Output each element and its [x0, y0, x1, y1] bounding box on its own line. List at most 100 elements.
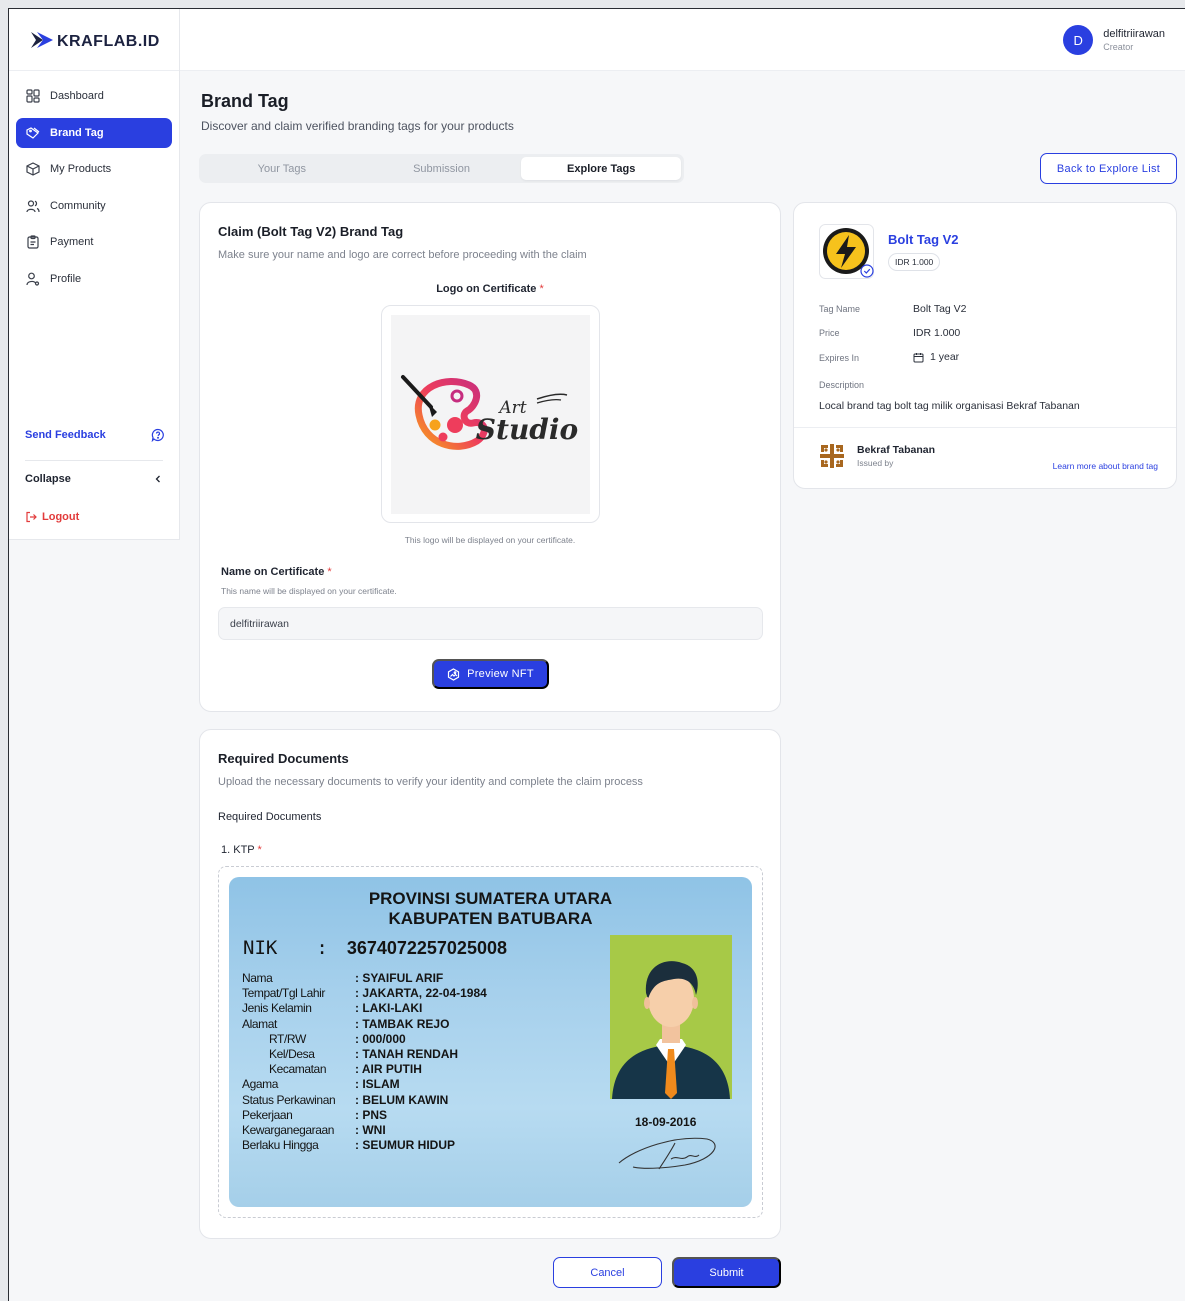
ktp-field-value: : WNI	[355, 1123, 386, 1138]
price-label: Price	[819, 328, 840, 338]
user-name: delfitriirawan	[1103, 27, 1165, 40]
ktp-upload[interactable]: PROVINSI SUMATERA UTARA KABUPATEN BATUBA…	[218, 866, 763, 1218]
logo-studio-text: Studio	[476, 413, 578, 446]
info-divider	[794, 427, 1176, 428]
send-feedback-link[interactable]: Send Feedback	[25, 428, 165, 442]
sidebar-item-community[interactable]: Community	[16, 191, 172, 221]
documents-section-label: Required Documents	[218, 811, 322, 823]
tab-submission[interactable]: Submission	[362, 157, 522, 180]
ktp-nik-separator: :	[316, 937, 328, 959]
ktp-nik-label: NIK	[243, 937, 278, 959]
price-value: IDR 1.000	[913, 327, 961, 339]
ktp-issue-date: 18-09-2016	[635, 1115, 697, 1129]
chevron-left-icon	[155, 475, 160, 483]
bekraf-logo-icon	[820, 444, 844, 468]
ktp-field-value: : LAKI-LAKI	[355, 1001, 423, 1016]
sidebar-item-label: Profile	[50, 272, 82, 285]
preview-nft-label: Preview NFT	[467, 668, 534, 680]
sidebar-item-my-products[interactable]: My Products	[16, 154, 172, 184]
collapse-button[interactable]: Collapse	[25, 473, 163, 485]
issuer: Bekraf Tabanan Issued by	[819, 443, 935, 469]
ktp-field-label: Alamat	[242, 1016, 277, 1031]
logout-icon	[26, 511, 37, 523]
ktp-field-value: : 000/000	[355, 1031, 406, 1046]
app-frame: KRAFLAB.ID Dashboard Brand Tag My Produc…	[8, 8, 1185, 1301]
users-icon	[26, 199, 40, 212]
help-chat-icon	[151, 428, 164, 442]
documents-title: Required Documents	[218, 751, 349, 766]
submit-button[interactable]: Submit	[672, 1257, 781, 1288]
logo-text: KRAFLAB.ID	[57, 33, 160, 50]
ktp-field-row: Alamat : TAMBAK REJO	[242, 1017, 487, 1032]
grid-icon	[26, 89, 40, 103]
kraflab-logo-icon: KRAFLAB.ID	[31, 31, 160, 50]
sidebar-item-profile[interactable]: Profile	[16, 264, 172, 294]
ktp-field-value: : BELUM KAWIN	[355, 1092, 449, 1107]
required-mark: *	[327, 566, 332, 578]
portrait-icon	[612, 961, 730, 1099]
ktp-field-label: Kewarganegaraan	[242, 1123, 335, 1138]
bolt-icon	[819, 224, 874, 279]
sidebar-divider	[25, 460, 163, 461]
ktp-nik-value: 3674072257025008	[346, 938, 507, 958]
sidebar-item-payment[interactable]: Payment	[16, 227, 172, 257]
page-title: Brand Tag	[201, 91, 289, 111]
page-subtitle: Discover and claim verified branding tag…	[201, 119, 514, 133]
brand-logo[interactable]: KRAFLAB.ID	[9, 9, 179, 71]
issuer-info: Bekraf Tabanan Issued by	[857, 444, 935, 468]
user-menu[interactable]: D delfitriirawan Creator	[1063, 25, 1165, 55]
learn-more-link[interactable]: Learn more about brand tag	[1053, 461, 1158, 471]
user-info: delfitriirawan Creator	[1103, 27, 1165, 54]
sidebar: KRAFLAB.ID Dashboard Brand Tag My Produc…	[9, 9, 180, 540]
ktp-field-label: Kecamatan	[269, 1062, 327, 1077]
ktp-field-row: Tempat/Tgl Lahir : JAKARTA, 22-04-1984	[242, 986, 487, 1001]
back-to-explore-button[interactable]: Back to Explore List	[1040, 153, 1177, 184]
tab-explore-tags[interactable]: Explore Tags	[521, 157, 682, 180]
ktp-field-value: : TAMBAK REJO	[355, 1016, 450, 1031]
claim-card: Claim (Bolt Tag V2) Brand Tag Make sure …	[199, 202, 781, 712]
expires-label: Expires In	[819, 353, 860, 363]
avatar: D	[1063, 25, 1094, 55]
ktp-field-value: : ISLAM	[355, 1077, 400, 1092]
tag-info-card: Bolt Tag V2 IDR 1.000 Tag Name Bolt Tag …	[793, 202, 1177, 489]
ktp-field-value: : AIR PUTIH	[355, 1062, 422, 1077]
ktp-field-label: Tempat/Tgl Lahir	[242, 986, 325, 1001]
ktp-field-label: Kel/Desa	[269, 1047, 315, 1062]
box-icon	[26, 162, 40, 176]
ktp-field-value: : SYAIFUL ARIF	[355, 971, 444, 985]
expires-value: 1 year	[913, 351, 959, 363]
name-hint: This name will be displayed on your cert…	[221, 586, 397, 596]
calendar-icon	[913, 352, 924, 362]
name-on-certificate-input[interactable]: delfitriirawan	[218, 607, 763, 640]
ktp-label-text: 1. KTP	[221, 844, 255, 856]
ktp-field-value: : SEUMUR HIDUP	[355, 1138, 456, 1153]
ktp-field-row: Agama : ISLAM	[242, 1077, 487, 1092]
signature-icon	[618, 1137, 716, 1170]
ktp-field-row: Berlaku Hingga : SEUMUR HIDUP	[242, 1138, 487, 1153]
sidebar-item-label: Community	[50, 199, 106, 212]
art-studio-logo-icon: Art Studio	[401, 375, 578, 450]
ktp-field-label: Agama	[242, 1077, 279, 1092]
sidebar-item-brand-tag[interactable]: Brand Tag	[16, 117, 172, 148]
logout-button[interactable]: Logout	[25, 511, 79, 523]
clipboard-icon	[27, 235, 39, 249]
ktp-field-value: : JAKARTA, 22-04-1984	[355, 986, 487, 1001]
sidebar-item-dashboard[interactable]: Dashboard	[16, 81, 172, 111]
claim-subtitle: Make sure your name and logo are correct…	[218, 249, 587, 261]
name-label: Name on Certificate *	[221, 566, 332, 578]
tag-header: Bolt Tag V2 IDR 1.000	[819, 224, 959, 279]
ktp-field-row: Kel/Desa: TANAH RENDAH	[242, 1047, 487, 1062]
ktp-image: PROVINSI SUMATERA UTARA KABUPATEN BATUBA…	[229, 877, 752, 1207]
logo-preview: Art Studio	[391, 315, 590, 514]
ktp-field-label: Berlaku Hingga	[242, 1138, 319, 1153]
logo-upload[interactable]: Art Studio	[381, 305, 600, 523]
ktp-field-label: Pekerjaan	[242, 1107, 293, 1122]
tab-bar: Your Tags Submission Explore Tags	[199, 154, 684, 183]
cancel-button[interactable]: Cancel	[553, 1257, 662, 1288]
ktp-fields: Nama: SYAIFUL ARIF Tempat/Tgl Lahir: JAKA…	[242, 971, 487, 1153]
logout-label: Logout	[42, 511, 80, 523]
ktp-field-row: Pekerjaan: PNS	[242, 1108, 487, 1123]
preview-nft-button[interactable]: Preview NFT	[432, 659, 549, 689]
tag-name[interactable]: Bolt Tag V2	[888, 232, 959, 247]
tab-your-tags[interactable]: Your Tags	[202, 157, 362, 180]
